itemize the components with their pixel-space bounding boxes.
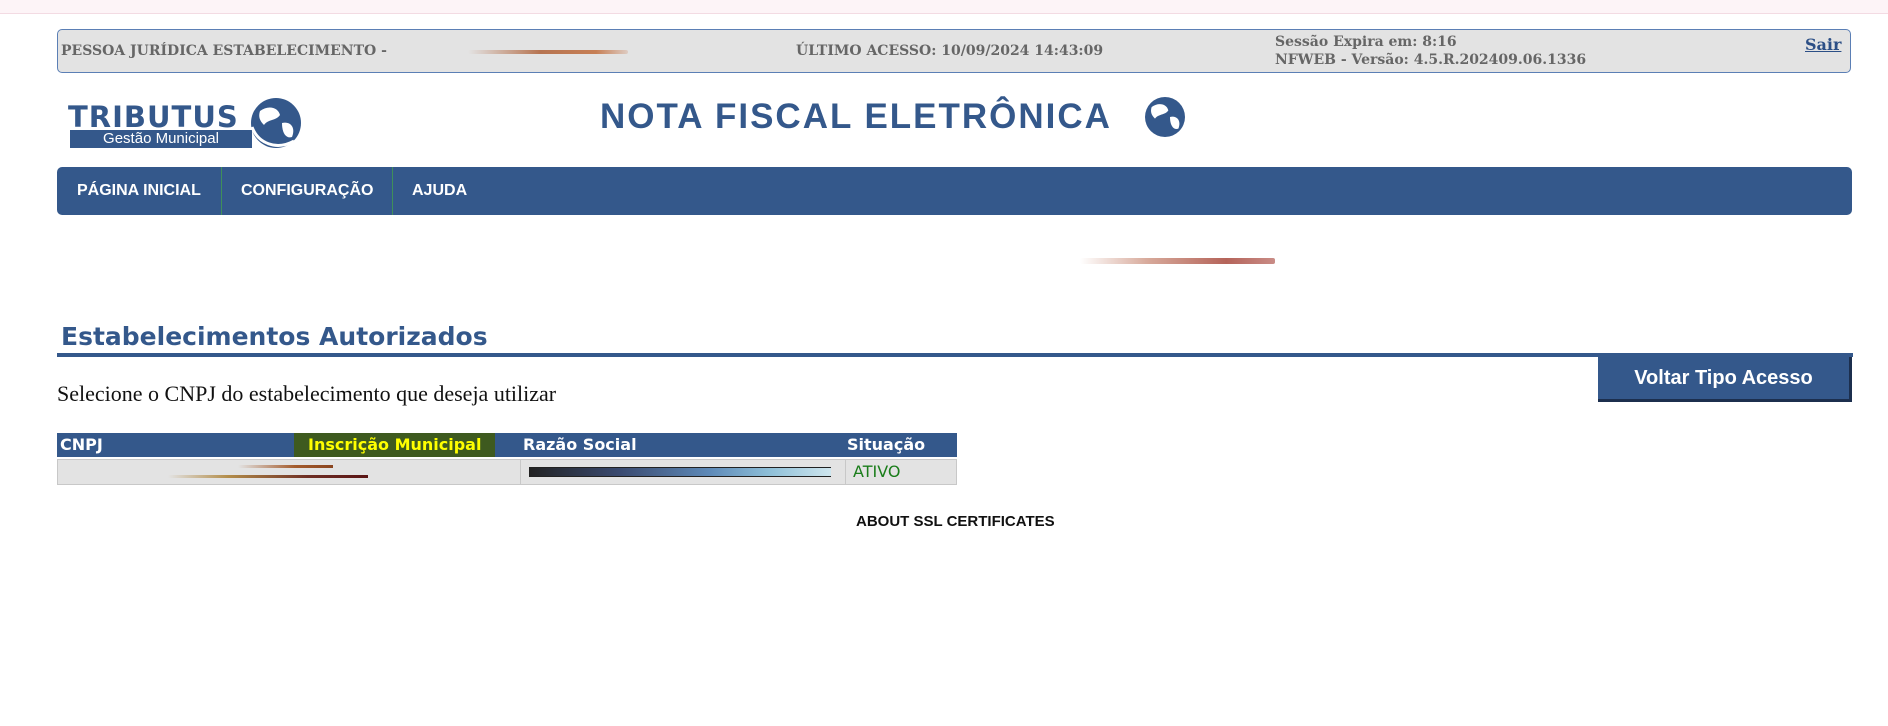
redacted-banner: [1080, 258, 1275, 264]
column-header-situacao[interactable]: Situação: [847, 433, 925, 457]
nav-item-configuracao[interactable]: CONFIGURAÇÃO: [241, 167, 373, 215]
ssl-certificates-link[interactable]: ABOUT SSL CERTIFICATES: [856, 513, 1055, 530]
pessoa-juridica-label: PESSOA JURÍDICA ESTABELECIMENTO -: [61, 43, 387, 59]
title-divider: [57, 353, 1853, 357]
globe-icon: [250, 98, 301, 148]
logout-link[interactable]: Sair: [1805, 35, 1841, 54]
session-info-bar: PESSOA JURÍDICA ESTABELECIMENTO - ÚLTIMO…: [57, 29, 1851, 73]
status-cell: ATIVO: [853, 462, 901, 481]
tributus-logo: TRIBUTUS Gestão Municipal: [66, 93, 306, 155]
redacted-cnpj: [168, 475, 368, 478]
cell-divider: [845, 460, 846, 484]
session-expiry-label: Sessão Expira em: 8:16: [1275, 34, 1457, 50]
cell-divider: [520, 460, 521, 484]
column-header-cnpj[interactable]: CNPJ: [60, 433, 103, 457]
instructions-text: Selecione o CNPJ do estabelecimento que …: [57, 381, 557, 406]
nota-fiscal-logo-text: NOTA FISCAL ELETRÔNICA: [600, 97, 1112, 136]
nav-divider: [221, 167, 222, 215]
globe-icon: [1145, 97, 1185, 137]
tributus-logo-text: TRIBUTUS: [68, 100, 239, 134]
table-header: CNPJ Inscrição Municipal Razão Social Si…: [57, 433, 957, 457]
nav-item-pagina-inicial[interactable]: PÁGINA INICIAL: [77, 167, 201, 215]
main-nav: PÁGINA INICIAL CONFIGURAÇÃO AJUDA: [57, 167, 1852, 215]
last-access-label: ÚLTIMO ACESSO: 10/09/2024 14:43:09: [796, 43, 1104, 59]
tributus-logo-subtitle: Gestão Municipal: [70, 130, 252, 148]
redacted-razao-social: [529, 467, 831, 477]
column-header-razao-social[interactable]: Razão Social: [523, 433, 637, 457]
nav-item-ajuda[interactable]: AJUDA: [412, 167, 467, 215]
nav-divider: [392, 167, 393, 215]
version-label: NFWEB - Versão: 4.5.R.202409.06.1336: [1275, 52, 1587, 68]
redacted-establishment-name: [468, 50, 628, 54]
voltar-tipo-acesso-button[interactable]: Voltar Tipo Acesso: [1598, 357, 1852, 402]
browser-top-strip: [0, 0, 1888, 14]
redacted-cnpj: [238, 465, 333, 468]
page-title: Estabelecimentos Autorizados: [61, 322, 488, 351]
table-row[interactable]: ATIVO: [57, 459, 957, 485]
column-header-inscricao-municipal[interactable]: Inscrição Municipal: [294, 433, 496, 457]
